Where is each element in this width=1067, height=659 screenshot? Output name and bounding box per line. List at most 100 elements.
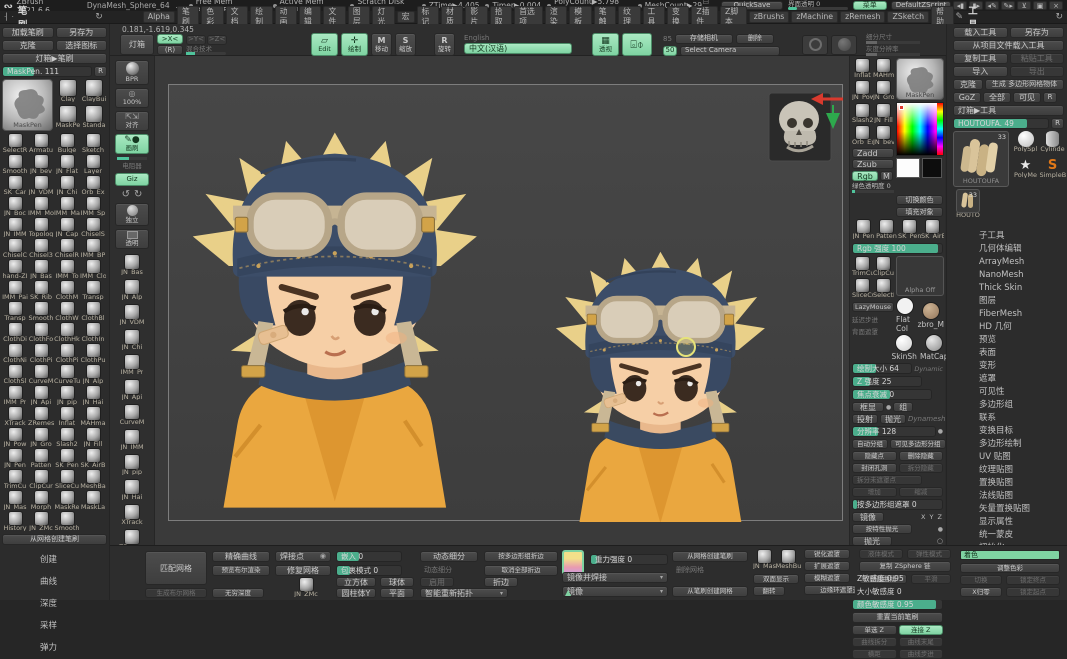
rotate-button[interactable]: R 旋转 — [434, 33, 455, 56]
main-color-swatch[interactable] — [896, 158, 920, 178]
brush-thumb[interactable]: JN_Bas — [28, 259, 54, 280]
flat-color-material[interactable] — [896, 297, 915, 315]
group-button[interactable]: 组 — [893, 402, 914, 412]
mirror-button[interactable]: 镜像 — [852, 512, 884, 522]
subdiv-size-slider[interactable] — [866, 40, 920, 44]
brush-thumb[interactable]: JN_Pow — [2, 427, 28, 448]
recent-brush-thumb[interactable]: JN_IMM — [119, 429, 145, 452]
palette-section[interactable]: 遮罩 — [953, 372, 1064, 385]
palette-section[interactable]: 变换目标 — [953, 424, 1064, 437]
uncrease-all-button[interactable]: 取消全部折边 — [484, 565, 558, 576]
palette-section[interactable]: HD 几何 — [953, 320, 1064, 333]
brush-thumb[interactable]: Armatu — [28, 133, 54, 154]
brush-thumb[interactable]: Sketch — [80, 133, 106, 154]
mask-brush-thumb[interactable]: JN_Mas — [753, 549, 776, 572]
rgb-intensity-slider[interactable]: Rgb 强度 100 — [852, 243, 943, 254]
load-tool-button[interactable]: 载入工具 — [953, 27, 1008, 38]
rotate-ccw-icon[interactable]: ↺ — [122, 189, 130, 200]
palette-section[interactable]: 可见性 — [953, 385, 1064, 398]
brush-thumb[interactable]: JN_Mas — [2, 490, 28, 511]
brush-thumb[interactable]: ClothIn — [80, 322, 106, 343]
move-button[interactable]: M 移动 — [371, 33, 392, 56]
brush-thumb[interactable]: JN_Pen — [2, 448, 28, 469]
color-picker[interactable] — [896, 102, 944, 156]
palette-section[interactable]: 置换贴图 — [953, 476, 1064, 489]
brush-thumb[interactable]: ClothW — [54, 301, 80, 322]
brush-thumb[interactable]: ZRemes — [28, 406, 54, 427]
load-from-project-button[interactable]: 从项目文件载入工具 — [953, 40, 1064, 51]
brush-thumb[interactable]: IMM_Clo — [80, 259, 106, 280]
material-preview-button[interactable] — [802, 34, 828, 55]
brush-thumb[interactable]: JN_pip — [54, 385, 80, 406]
load-config-icon[interactable]: ✎▸ — [1001, 1, 1016, 10]
smart-retopo-dropdown[interactable]: 智能重新拓扑 ▾ — [420, 588, 508, 598]
plane-button[interactable]: 平面 — [380, 588, 414, 598]
preview-boolean-button[interactable]: 预览布尔渲染 — [212, 565, 270, 576]
palette-section[interactable]: 矢量置换贴图 — [953, 502, 1064, 515]
brush-thumb[interactable]: JN_Fill — [873, 103, 894, 125]
lightbox-button[interactable]: 灯箱 — [120, 34, 154, 55]
lock-end-button[interactable]: 锁定终点 — [1006, 575, 1060, 585]
mirror-axes[interactable]: X Y Z — [921, 513, 943, 521]
crease-pg-button[interactable]: 按多边形组折边 — [484, 551, 558, 562]
shrink-button[interactable]: 缩减 — [898, 487, 943, 497]
menu-item[interactable]: zBrushs — [748, 11, 790, 23]
restore-icon[interactable]: ▣ — [1033, 1, 1048, 10]
connect-z-button[interactable]: 连接 Z — [898, 625, 943, 635]
canvas-area[interactable] — [155, 56, 849, 545]
recent-brush-thumb[interactable]: JN_Bas — [119, 254, 145, 277]
brush-thumb[interactable]: XTrack — [2, 406, 28, 427]
recent-brush-thumb[interactable]: JN_Hai — [119, 479, 145, 502]
cube-button[interactable]: 立方体 — [336, 577, 376, 587]
r-button[interactable]: (R) — [157, 45, 183, 55]
save-tool-as-button[interactable]: 另存为 — [1009, 27, 1064, 38]
brush-thumb[interactable]: ClothSl — [2, 364, 28, 385]
brush-thumb[interactable]: IMM_Ma — [54, 196, 80, 217]
tool-r-button[interactable]: R — [1051, 118, 1064, 129]
inset-slider[interactable]: 嵌入 0 — [336, 551, 402, 562]
wrap-mode-slider[interactable]: 包裹模式 0 — [336, 565, 402, 576]
menu-item[interactable]: ZSketch — [887, 11, 930, 23]
tool-slider[interactable]: HOUTOUFA. 49 — [953, 118, 1049, 129]
brush-thumb[interactable]: Layer — [80, 154, 106, 175]
secondary-color-swatch[interactable] — [922, 158, 942, 178]
brush-thumb[interactable]: Patten — [875, 219, 898, 241]
brush-thumb[interactable]: SliceCu — [54, 469, 80, 490]
brush-thumb[interactable]: Chisel3 — [28, 238, 54, 259]
brush-thumb[interactable]: Morph — [28, 490, 54, 511]
menu-item[interactable]: Alpha — [142, 11, 175, 23]
load-brush-button[interactable]: 加载笔刷 — [2, 27, 54, 38]
language-dropdown[interactable]: 中文(汉语) — [464, 43, 572, 54]
brush-thumb[interactable]: ClothDi — [2, 322, 28, 343]
minimize-icon[interactable]: ⊻ — [1017, 1, 1032, 10]
mirror-weld-button[interactable]: 镜像并焊接 ▾ — [562, 572, 668, 583]
palette-section[interactable]: FiberMesh — [953, 307, 1064, 320]
tool-simplebrush-thumb[interactable]: S SimpleB — [1039, 159, 1066, 187]
tint-row[interactable]: 着色 — [960, 550, 1060, 560]
duplicate-zsphere-button[interactable]: 复制 ZSphere 链 — [859, 561, 951, 572]
rgb-button[interactable]: Rgb — [852, 171, 878, 181]
clone-tool-button[interactable]: 克隆 — [953, 79, 983, 90]
elastic-mode-button[interactable]: 弹性模式 — [907, 549, 951, 559]
reset-brush-button[interactable]: 重置当前笔刷 — [852, 612, 943, 623]
draw-button[interactable]: ✛ 绘制 — [341, 33, 368, 56]
recent-brush-thumb[interactable]: XTrack — [119, 504, 145, 527]
polish-circle-icon[interactable]: ○ — [937, 537, 943, 545]
transparent-button[interactable]: 透明 — [115, 229, 149, 249]
brush-thumb[interactable]: ClayBui — [81, 79, 107, 105]
recent-brush-thumb[interactable]: IMM_Pr — [119, 354, 145, 377]
double-sided-button[interactable]: 双面显示 — [753, 574, 799, 584]
brush-thumb[interactable]: MaskLa — [80, 490, 106, 511]
alpha-thumb[interactable]: Alpha Off — [896, 256, 944, 296]
brush-thumb[interactable]: ClothBl — [80, 301, 106, 322]
brush-thumb[interactable]: Orb_Ex — [80, 175, 106, 196]
texture-preview-button[interactable] — [831, 34, 857, 55]
brush-thumb[interactable]: Standa — [81, 105, 107, 131]
palette-section[interactable]: UV 贴图 — [953, 450, 1064, 463]
select-icon-button[interactable]: 选择图标 — [55, 40, 107, 51]
floor-x-button[interactable]: >X< — [157, 34, 183, 44]
split-hidden-button[interactable]: 拆分隐藏 — [898, 463, 943, 473]
polish-features-dot-icon[interactable]: ● — [938, 526, 943, 533]
import-button[interactable]: 导入 — [953, 66, 1008, 77]
save-brush-as-button[interactable]: 另存为 — [55, 27, 107, 38]
